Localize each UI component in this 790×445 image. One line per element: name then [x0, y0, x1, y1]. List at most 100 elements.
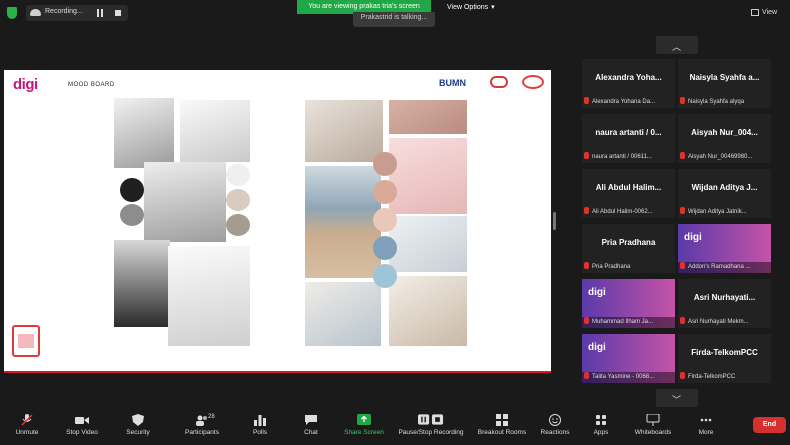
participant-full-name: Pria Pradhana — [592, 264, 631, 270]
security-button[interactable]: Security — [120, 408, 156, 445]
stop-video-button[interactable]: Stop Video — [60, 408, 104, 445]
gallery-view-icon[interactable] — [751, 9, 759, 16]
participant-label: Addon's Ramadhana ... — [680, 262, 770, 270]
pause-stop-icon — [418, 414, 444, 425]
whiteboards-button[interactable]: Whiteboards — [632, 408, 674, 445]
telkom-logo — [522, 75, 544, 89]
participant-full-name: Naisyla Syahfa alyqa — [688, 99, 745, 105]
more-label: More — [698, 429, 714, 436]
chat-label: Chat — [304, 429, 318, 436]
color-swatch — [373, 208, 397, 232]
participants-label: Participants — [185, 429, 219, 436]
participant-tile[interactable]: digi Addon's Ramadhana ... — [678, 224, 771, 273]
splitter-handle[interactable] — [553, 212, 556, 230]
interior-photo — [144, 162, 226, 242]
color-swatch — [373, 152, 397, 176]
participant-full-name: Alexandra Yohana Da... — [592, 99, 656, 105]
chevron-up-icon: ︿ — [672, 42, 682, 52]
security-label: Security — [126, 429, 150, 436]
breakout-rooms-button[interactable]: Breakout Rooms — [476, 408, 528, 445]
participants-button[interactable]: 28 Participants — [180, 408, 224, 445]
whiteboard-icon — [646, 414, 660, 426]
video-feed-logo: digi — [588, 287, 606, 298]
pause-recording-icon[interactable] — [96, 9, 104, 17]
kickoff-badge — [12, 325, 40, 357]
polls-button[interactable]: Polls — [246, 408, 274, 445]
color-swatch — [226, 214, 250, 236]
view-button[interactable]: View — [762, 9, 777, 16]
breakout-rooms-icon — [496, 414, 508, 426]
shield-icon — [132, 414, 144, 426]
participant-tile[interactable]: Asri Nurhayati... Asri Nurhayati Mekm... — [678, 279, 771, 328]
interior-photo — [114, 98, 174, 168]
participant-tile[interactable]: Aisyah Nur_004... Aisyah Nur_00469980... — [678, 114, 771, 163]
participant-name: naura artanti / 0... — [595, 128, 662, 137]
participant-label: Pria Pradhana — [584, 262, 674, 270]
participant-tile[interactable]: Ali Abdul Halim... Ali Abdul Halim-0062..… — [582, 169, 675, 218]
meeting-toolbar: Unmute Stop Video Security 28 Participan… — [0, 408, 790, 445]
mic-muted-icon — [584, 152, 589, 159]
participant-full-name: Aisyah Nur_00469980... — [688, 154, 753, 160]
chat-icon — [305, 415, 317, 425]
share-screen-button[interactable]: Share Screen — [342, 408, 386, 445]
apps-button[interactable]: Apps — [590, 408, 612, 445]
participant-full-name: Ali Abdul Halim-0062... — [592, 209, 653, 215]
bumn-logo: BUMN — [439, 78, 466, 88]
participant-name: Pria Pradhana — [601, 238, 656, 247]
view-options-button[interactable]: View Options — [447, 3, 495, 11]
mood-photo — [389, 138, 467, 214]
participant-label: Naisyla Syahfa alyqa — [680, 97, 770, 105]
participant-label: Ali Abdul Halim-0062... — [584, 207, 674, 215]
participant-tile[interactable]: Pria Pradhana Pria Pradhana — [582, 224, 675, 273]
mic-muted-icon — [584, 372, 589, 379]
color-swatch — [226, 189, 250, 211]
participant-label: Asri Nurhayati Mekm... — [680, 317, 770, 325]
participant-tile[interactable]: digi Muhammad Ilham Ja... — [582, 279, 675, 328]
participants-icon — [196, 415, 207, 426]
digi-logo: digi — [13, 76, 38, 93]
share-screen-label: Share Screen — [344, 429, 384, 436]
participant-full-name: Firda-TelkomPCC — [688, 374, 736, 380]
color-swatch — [373, 264, 397, 288]
participant-tile[interactable]: digi Talita Yasmine - 0068... — [582, 334, 675, 383]
chat-button[interactable]: Chat — [298, 408, 324, 445]
participant-tile[interactable]: Firda-TelkomPCC Firda-TelkomPCC — [678, 334, 771, 383]
polls-icon — [254, 415, 266, 426]
participant-tile[interactable]: Wijdan Aditya J... Wijdan Aditya Jatnik..… — [678, 169, 771, 218]
breakout-label: Breakout Rooms — [477, 429, 527, 436]
participant-full-name: Muhammad Ilham Ja... — [592, 319, 654, 325]
reactions-label: Reactions — [540, 429, 570, 436]
participant-tile[interactable]: naura artanti / 0... naura artanti / 0061… — [582, 114, 675, 163]
scroll-up-button[interactable]: ︿ — [656, 36, 698, 54]
stop-recording-icon[interactable] — [115, 10, 121, 16]
unmute-button[interactable]: Unmute — [8, 408, 46, 445]
interior-photo — [180, 100, 250, 162]
participant-tile[interactable]: Alexandra Yoha... Alexandra Yohana Da... — [582, 59, 675, 108]
mood-photo — [389, 276, 467, 346]
pause-recording-label: Pause/Stop Recording — [398, 429, 464, 436]
mic-off-icon — [21, 414, 33, 426]
portrait-photo — [114, 240, 170, 327]
mic-muted-icon — [680, 207, 685, 214]
scroll-down-button[interactable]: ﹀ — [656, 389, 698, 407]
pause-recording-button[interactable]: Pause/Stop Recording — [396, 408, 466, 445]
more-button[interactable]: More — [694, 408, 718, 445]
color-swatch — [373, 236, 397, 260]
video-feed-logo: digi — [588, 342, 606, 353]
top-bar: Recording... You are viewing prakas tria… — [0, 0, 790, 27]
end-meeting-button[interactable]: End — [753, 417, 786, 433]
participant-name: Naisyla Syahfa a... — [689, 73, 760, 82]
participant-full-name: Addon's Ramadhana ... — [688, 264, 751, 270]
participant-name: Wijdan Aditya J... — [691, 183, 758, 192]
participant-name: Asri Nurhayati... — [693, 293, 756, 302]
participant-label: naura artanti / 00611... — [584, 152, 674, 160]
participant-label: Alexandra Yohana Da... — [584, 97, 674, 105]
active-speaker-label: Prakastrid is talking... — [353, 12, 435, 27]
participant-tile[interactable]: Naisyla Syahfa a... Naisyla Syahfa alyqa — [678, 59, 771, 108]
security-shield-icon[interactable] — [7, 7, 17, 19]
mood-board-title: MOOD BOARD — [68, 82, 115, 88]
reactions-button[interactable]: Reactions — [538, 408, 572, 445]
mood-photo — [389, 216, 467, 272]
mic-muted-icon — [680, 372, 685, 379]
apps-label: Apps — [593, 429, 609, 436]
